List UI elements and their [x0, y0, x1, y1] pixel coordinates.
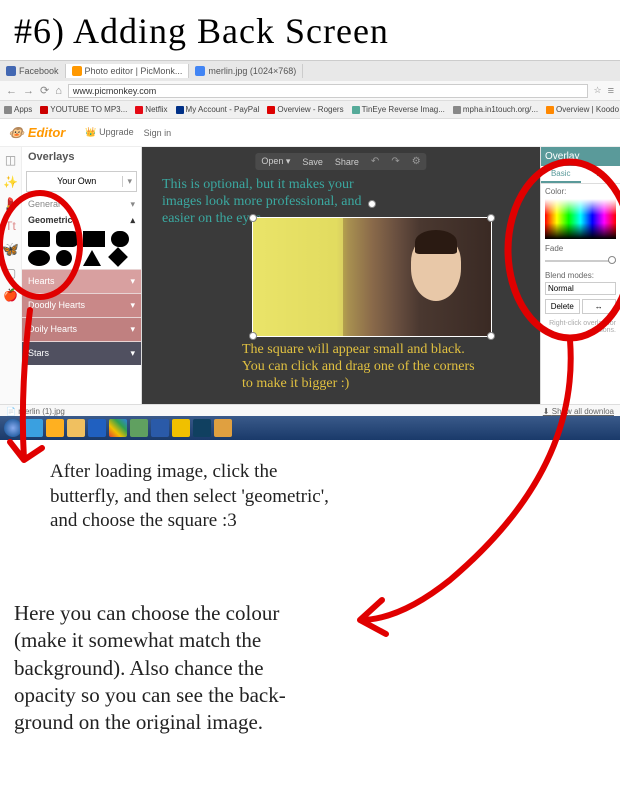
category-doily-hearts[interactable]: Doily Hearts▾	[22, 317, 141, 341]
shape-square[interactable]	[28, 231, 50, 247]
tutorial-title: #6) Adding Back Screen	[0, 0, 620, 62]
home-button[interactable]: ⌂	[55, 85, 62, 97]
effects-tool-icon[interactable]: ✨	[3, 175, 18, 189]
taskbar-chrome-icon[interactable]	[109, 419, 127, 437]
flip-overlay-button[interactable]: ↔	[582, 299, 617, 314]
category-hearts[interactable]: Hearts▾	[22, 269, 141, 293]
category-stars[interactable]: Stars▾	[22, 341, 141, 365]
settings-gear-icon[interactable]: ⚙	[412, 156, 421, 167]
rotate-handle[interactable]	[368, 200, 376, 208]
tab-picmonkey[interactable]: Photo editor | PicMonk...	[66, 64, 190, 78]
editor-body: ◫ ✨ 💄 Tt 🦋 ▢ 🍎 Overlays Your Own▾ Genera…	[0, 147, 620, 419]
forward-button[interactable]: →	[23, 85, 34, 97]
bookmark-rogers[interactable]: Overview - Rogers	[267, 105, 343, 114]
textures-tool-icon[interactable]: 🍎	[3, 288, 18, 302]
butterfly-overlays-icon[interactable]: 🦋	[2, 241, 19, 258]
bookmark-koodo[interactable]: Overview | Koodo M...	[546, 105, 620, 114]
category-general[interactable]: General▾	[22, 196, 141, 213]
taskbar-media-icon[interactable]	[46, 419, 64, 437]
taskbar-ps-icon[interactable]	[193, 419, 211, 437]
resize-handle-tr[interactable]	[487, 214, 495, 222]
save-button[interactable]: Save	[302, 157, 323, 167]
open-button[interactable]: Open ▾	[261, 156, 290, 167]
overlay-tab-erase[interactable]: Er	[581, 166, 620, 183]
resize-handle-br[interactable]	[487, 332, 495, 340]
blend-label: Blend modes:	[541, 268, 620, 281]
fade-slider[interactable]	[545, 256, 616, 266]
your-own-button[interactable]: Your Own▾	[26, 171, 137, 192]
frames-tool-icon[interactable]: ▢	[5, 266, 16, 280]
overlay-tab-basic[interactable]: Basic	[541, 166, 581, 183]
browser-window: Facebook Photo editor | PicMonk... merli…	[0, 60, 620, 440]
bookmark-youtube[interactable]: YOUTUBE TO MP3...	[40, 105, 127, 114]
crop-tool-icon[interactable]: ◫	[5, 153, 16, 167]
bookmarks-bar: Apps YOUTUBE TO MP3... Netflix My Accoun…	[0, 101, 620, 119]
category-doodly-hearts[interactable]: Doodly Hearts▾	[22, 293, 141, 317]
dropdown-arrow-icon[interactable]: ▾	[122, 176, 132, 187]
category-geometric[interactable]: Geometric▴	[22, 213, 141, 228]
touchup-tool-icon[interactable]: 💄	[3, 197, 18, 211]
bookmark-paypal[interactable]: My Account - PayPal	[176, 105, 260, 114]
bookmark-star-icon[interactable]: ☆	[594, 85, 602, 96]
text-tool-icon[interactable]: Tt	[5, 219, 16, 233]
blend-mode-select[interactable]: Normal	[545, 282, 616, 295]
editor-header: 🐵 Editor 👑 Upgrade Sign in	[0, 119, 620, 147]
shape-diamond[interactable]	[108, 247, 128, 267]
windows-taskbar	[0, 416, 620, 440]
taskbar-recycle-icon[interactable]	[130, 419, 148, 437]
shape-rounded-rect[interactable]	[56, 231, 78, 247]
overlays-panel: Overlays Your Own▾ General▾ Geometric▴ H…	[22, 147, 142, 419]
overlay-panel-title: Overlay	[541, 147, 620, 166]
geometric-shapes-grid	[22, 228, 141, 269]
shape-triangle[interactable]	[83, 250, 101, 266]
url-input[interactable]: www.picmonkey.com	[68, 84, 588, 98]
taskbar-mail-icon[interactable]	[88, 419, 106, 437]
taskbar-word-icon[interactable]	[151, 419, 169, 437]
tool-strip: ◫ ✨ 💄 Tt 🦋 ▢ 🍎	[0, 147, 22, 419]
shape-circle[interactable]	[56, 250, 72, 266]
color-picker[interactable]	[545, 199, 616, 239]
photo-subject	[411, 236, 461, 301]
tab-merlin[interactable]: merlin.jpg (1024×768)	[189, 64, 303, 78]
overlays-title: Overlays	[22, 147, 141, 167]
shape-rect[interactable]	[83, 231, 105, 247]
bookmark-netflix[interactable]: Netflix	[135, 105, 167, 114]
tutorial-step-2: Here you can choose the colour (make it …	[14, 600, 324, 736]
menu-icon[interactable]: ≡	[608, 85, 614, 97]
reload-button[interactable]: ⟳	[40, 84, 49, 97]
shape-rounded-square[interactable]	[111, 231, 129, 247]
shape-oval[interactable]	[28, 250, 50, 266]
annotation-square: The square will appear small and black. …	[242, 342, 482, 392]
bookmark-tineye[interactable]: TinEye Reverse Imag...	[352, 105, 445, 114]
undo-icon[interactable]: ↶	[371, 156, 379, 167]
overlay-properties-panel: Overlay Basic Er Color: Fade Blend modes…	[540, 147, 620, 419]
redo-icon[interactable]: ↷	[391, 156, 399, 167]
start-button[interactable]	[4, 419, 22, 437]
upgrade-link[interactable]: 👑 Upgrade	[85, 127, 133, 138]
url-bar: ← → ⟳ ⌂ www.picmonkey.com ☆ ≡	[0, 81, 620, 101]
bookmark-apps[interactable]: Apps	[4, 105, 32, 114]
overlay-hint: Right-click overlay for options.	[541, 318, 620, 336]
bookmark-mpha[interactable]: mpha.in1touch.org/...	[453, 105, 538, 114]
delete-overlay-button[interactable]: Delete	[545, 299, 580, 314]
color-label: Color:	[541, 184, 620, 197]
resize-handle-tl[interactable]	[249, 214, 257, 222]
signin-link[interactable]: Sign in	[144, 128, 172, 138]
tab-facebook[interactable]: Facebook	[0, 64, 66, 78]
canvas-area[interactable]: Open ▾ Save Share ↶ ↷ ⚙ This is optional…	[142, 147, 540, 419]
fade-label: Fade	[541, 241, 620, 254]
tutorial-step-1: After loading image, click the butterfly…	[50, 460, 330, 534]
browser-tabs: Facebook Photo editor | PicMonk... merli…	[0, 61, 620, 81]
picmonkey-logo: 🐵 Editor	[8, 125, 65, 141]
taskbar-explorer-icon[interactable]	[67, 419, 85, 437]
share-button[interactable]: Share	[335, 157, 359, 167]
resize-handle-bl[interactable]	[249, 332, 257, 340]
taskbar-paint-icon[interactable]	[214, 419, 232, 437]
canvas-toolbar: Open ▾ Save Share ↶ ↷ ⚙	[255, 153, 426, 170]
taskbar-onenote-icon[interactable]	[172, 419, 190, 437]
selected-photo-overlay[interactable]	[252, 217, 492, 337]
taskbar-ie-icon[interactable]	[25, 419, 43, 437]
back-button[interactable]: ←	[6, 85, 17, 97]
